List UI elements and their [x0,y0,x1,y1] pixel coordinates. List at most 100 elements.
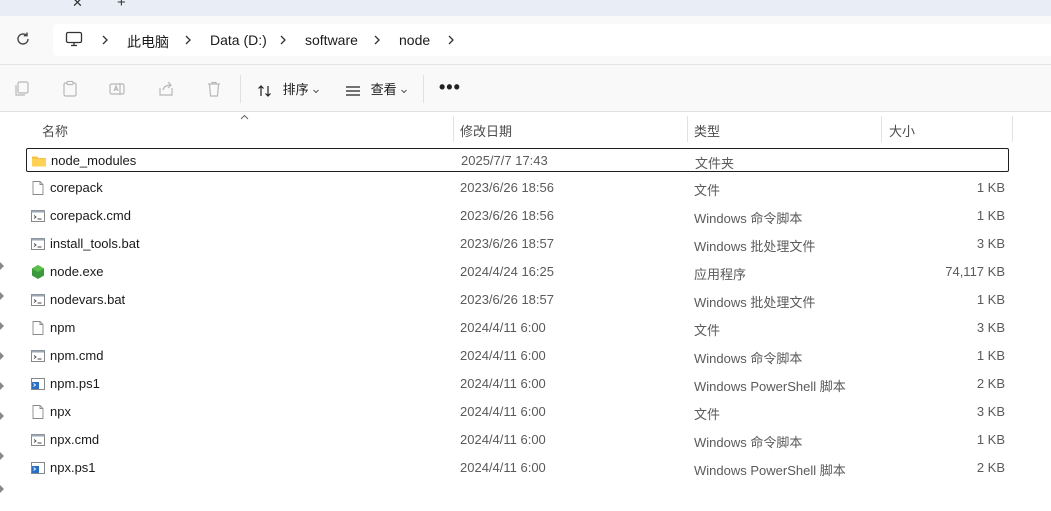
this-pc-icon[interactable] [65,31,83,47]
file-type: 应用程序 [694,267,747,282]
view-icon [346,85,360,96]
file-row[interactable]: corepack.cmd 2023/6/26 18:56 Windows 命令脚本 1… [26,204,1009,228]
file-modified-date: 2024/4/11 6:00 [460,320,546,335]
file-row[interactable]: install_tools.bat 2023/6/26 18:57 Windows … [26,232,1009,256]
file-type: 文件 [694,183,721,198]
chevron-right-icon[interactable] [278,33,288,47]
nav-expand-icon[interactable] [0,292,5,300]
close-tab-icon[interactable]: ✕ [72,0,83,11]
file-type: Windows 批处理文件 [694,239,816,254]
script-icon [30,236,46,252]
file-modified-date: 2023/6/26 18:56 [460,208,554,223]
rename-icon[interactable] [108,80,126,98]
file-size: 2 KB [976,460,1005,475]
column-divider[interactable] [687,116,688,142]
script-icon [30,292,46,308]
nav-expand-icon[interactable] [0,322,5,330]
command-bar: 排序 查看 ••• [0,64,1051,112]
file-row[interactable]: npm.ps1 2024/4/11 6:00 Windows PowerShell … [26,372,1009,396]
file-type: Windows PowerShell 脚本 [694,463,846,478]
file-modified-date: 2024/4/11 6:00 [460,432,546,447]
sort-label: 排序 [282,82,309,97]
file-type: 文件 [694,407,721,422]
paste-icon[interactable] [61,80,79,98]
file-size: 74,117 KB [945,264,1005,279]
file-icon [30,320,46,336]
copy-icon[interactable] [13,80,31,98]
file-row[interactable]: npx.ps1 2024/4/11 6:00 Windows PowerShell … [26,456,1009,480]
column-header-size[interactable]: 大小 [889,121,915,140]
file-modified-date: 2024/4/11 6:00 [460,348,546,363]
column-divider[interactable] [1012,116,1013,142]
chevron-down-icon [313,89,320,93]
view-button[interactable]: 查看 [345,79,408,99]
breadcrumb-this-pc[interactable]: 此电脑 [127,32,169,52]
nav-expand-icon[interactable] [0,452,5,460]
file-modified-date: 2024/4/24 16:25 [460,264,554,279]
more-options-button[interactable]: ••• [439,77,461,98]
file-row[interactable]: node.exe 2024/4/24 16:25 应用程序 74,117 KB [26,260,1009,284]
file-name: npm.cmd [50,348,104,363]
chevron-right-icon[interactable] [183,33,193,47]
nav-expand-icon[interactable] [0,485,5,493]
sort-ascending-icon [240,114,249,120]
file-row[interactable]: nodevars.bat 2023/6/26 18:57 Windows 批处理文件… [26,288,1009,312]
column-header-row: 名称 修改日期 类型 大小 [0,114,1051,142]
chevron-right-icon[interactable] [100,33,110,47]
file-type: 文件夹 [695,156,735,171]
address-bar[interactable]: 此电脑 Data (D:) software node [53,24,1051,56]
file-size: 3 KB [976,236,1005,251]
file-name: node.exe [50,264,104,279]
refresh-icon[interactable] [14,30,32,48]
chevron-right-icon[interactable] [446,33,456,47]
chevron-down-icon [401,89,408,93]
sort-button[interactable]: 排序 [257,79,320,99]
script-icon [30,432,46,448]
file-name: corepack [50,180,103,195]
file-name: npm [50,320,76,335]
column-divider[interactable] [453,116,454,142]
file-name: npx [50,404,71,419]
new-tab-icon[interactable]: + [117,0,126,11]
file-type: 文件 [694,323,721,338]
file-type: Windows 命令脚本 [694,435,803,450]
file-type: Windows 批处理文件 [694,295,816,310]
file-row[interactable]: npm 2024/4/11 6:00 文件 3 KB [26,316,1009,340]
column-header-type[interactable]: 类型 [694,121,720,140]
file-icon [30,180,46,196]
file-size: 1 KB [976,208,1005,223]
chevron-right-icon[interactable] [372,33,382,47]
breadcrumb-software[interactable]: software [305,32,358,48]
breadcrumb-data-drive[interactable]: Data (D:) [210,32,267,48]
tab-strip: ✕ + [0,0,1051,16]
file-modified-date: 2024/4/11 6:00 [460,460,546,475]
column-divider[interactable] [881,116,882,142]
share-icon[interactable] [157,80,175,98]
breadcrumb-node[interactable]: node [399,32,430,48]
column-header-modified[interactable]: 修改日期 [460,121,512,140]
file-type: Windows 命令脚本 [694,351,803,366]
nav-expand-icon[interactable] [0,262,5,270]
file-row[interactable]: npx 2024/4/11 6:00 文件 3 KB [26,400,1009,424]
view-label: 查看 [370,82,397,97]
nav-expand-icon[interactable] [0,352,5,360]
file-size: 1 KB [976,348,1005,363]
file-row[interactable]: corepack 2023/6/26 18:56 文件 1 KB [26,176,1009,200]
file-size: 1 KB [976,180,1005,195]
file-row[interactable]: npx.cmd 2024/4/11 6:00 Windows 命令脚本 1 KB [26,428,1009,452]
file-name: install_tools.bat [50,236,140,251]
delete-icon[interactable] [205,80,223,98]
file-row[interactable]: node_modules 2025/7/7 17:43 文件夹 [26,148,1009,172]
nav-expand-icon[interactable] [0,382,5,390]
toolbar-divider [423,75,424,103]
script-icon [30,348,46,364]
file-modified-date: 2023/6/26 18:57 [460,236,554,251]
node-exe-icon [30,264,46,280]
file-name: node_modules [51,153,137,168]
file-name: npx.cmd [50,432,100,447]
nav-expand-icon[interactable] [0,412,5,420]
file-modified-date: 2023/6/26 18:56 [460,180,554,195]
file-name: npm.ps1 [50,376,100,391]
column-header-name[interactable]: 名称 [42,121,68,140]
file-row[interactable]: npm.cmd 2024/4/11 6:00 Windows 命令脚本 1 KB [26,344,1009,368]
